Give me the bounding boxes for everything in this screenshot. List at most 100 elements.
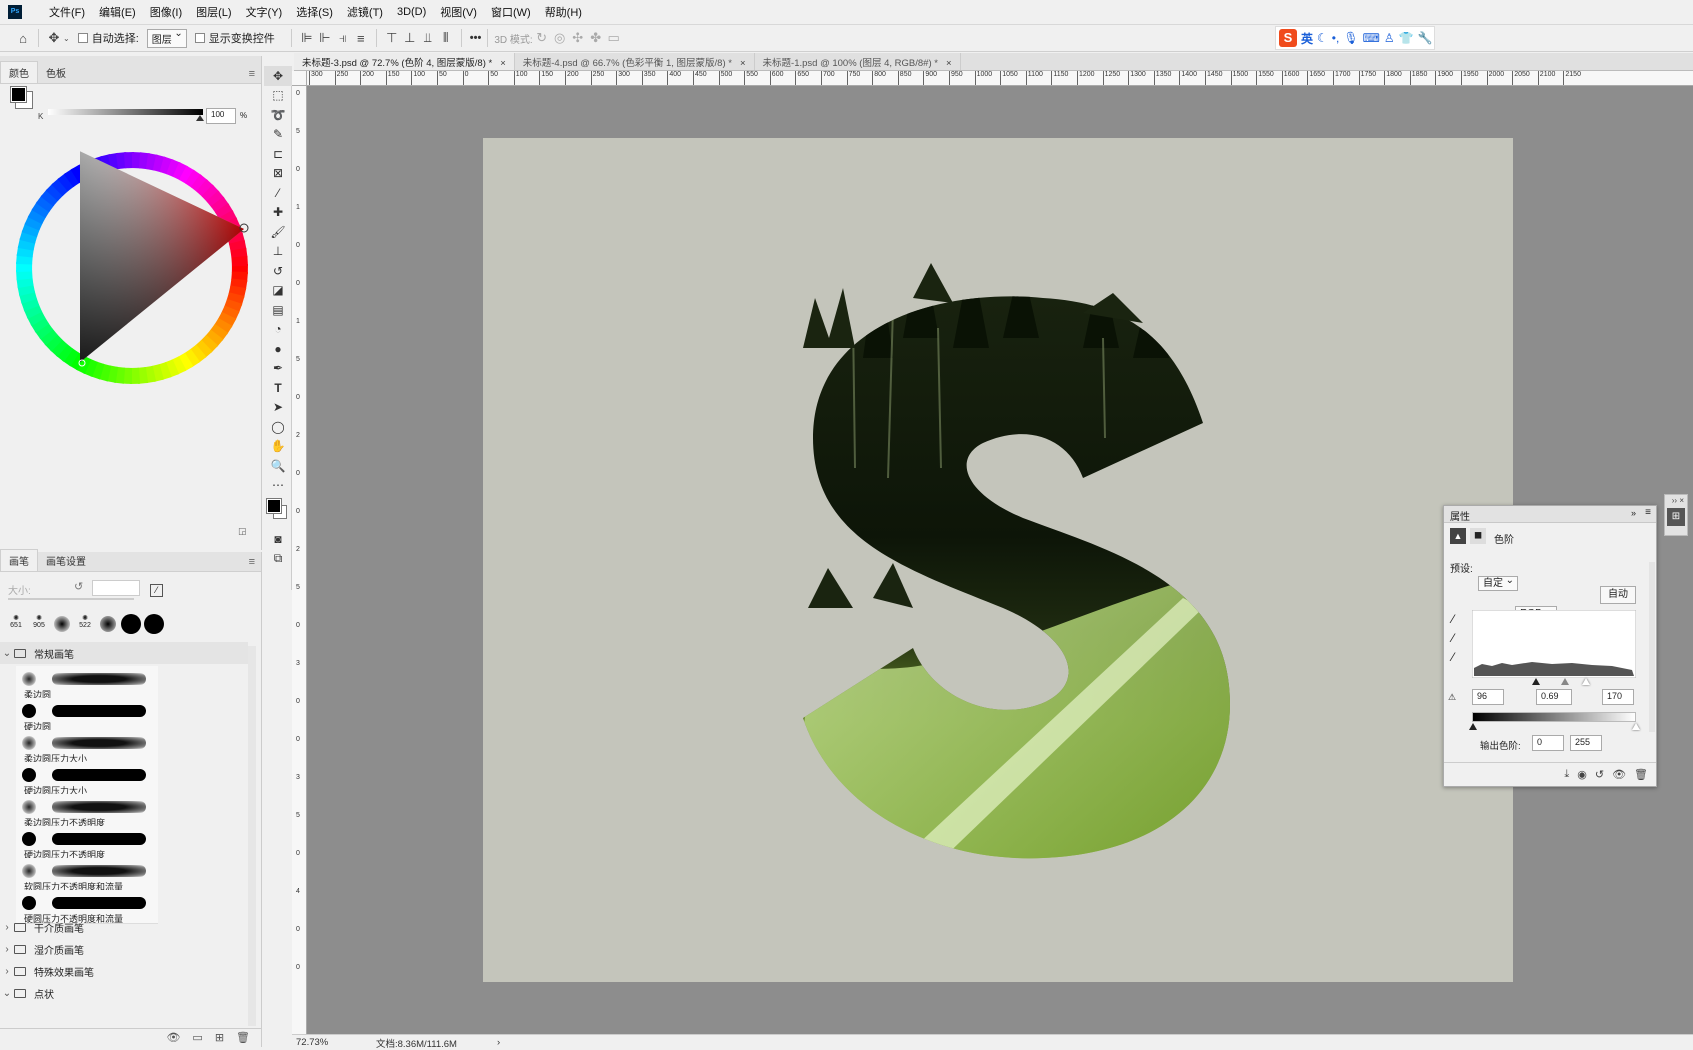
- microphone-icon[interactable]: 🎙: [1343, 31, 1358, 45]
- menu-file[interactable]: 文件(F): [42, 4, 92, 20]
- output-white-slider[interactable]: [1632, 723, 1640, 730]
- 3d-slide-icon[interactable]: ✤: [587, 29, 605, 47]
- panel-menu-icon[interactable]: ≡: [249, 68, 255, 80]
- brush-group-general[interactable]: ⌄ 常规画笔: [0, 642, 248, 664]
- eraser-tool-icon[interactable]: ◪: [264, 281, 292, 301]
- input-gamma-field[interactable]: 0.69: [1536, 689, 1572, 705]
- panel-menu-icon[interactable]: ≡: [1645, 507, 1651, 518]
- view-previous-icon[interactable]: ◉: [1577, 768, 1587, 781]
- tab-color[interactable]: 颜色: [0, 61, 38, 83]
- align-center-h-icon[interactable]: ⊩: [316, 29, 334, 47]
- panel-menu-icon[interactable]: ≡: [249, 556, 255, 568]
- brush-group-dots[interactable]: ⌄ 点状: [0, 982, 248, 1004]
- auto-button[interactable]: 自动: [1600, 586, 1636, 604]
- gradient-tool-icon[interactable]: ▤: [264, 300, 292, 320]
- horizontal-ruler[interactable]: 300 250 200 150 100 50 0 50 100 150 200 250 300 350 40…: [307, 71, 1693, 86]
- align-bottom-icon[interactable]: ⫫: [419, 29, 437, 47]
- marquee-tool-icon[interactable]: ⬚: [264, 86, 292, 106]
- lasso-tool-icon[interactable]: ➰: [264, 105, 292, 125]
- eye-icon[interactable]: 👁: [166, 1031, 180, 1044]
- input-black-slider[interactable]: [1532, 678, 1540, 685]
- gray-point-eyedropper-icon[interactable]: ⁄: [1452, 631, 1454, 645]
- frame-tool-icon[interactable]: ⊠: [264, 164, 292, 184]
- preset-brush[interactable]: [98, 614, 118, 636]
- blur-tool-icon[interactable]: ◔: [264, 320, 292, 340]
- size-field[interactable]: [92, 580, 140, 596]
- dodge-tool-icon[interactable]: ●: [264, 339, 292, 359]
- document-canvas[interactable]: [483, 138, 1513, 982]
- show-transform-option[interactable]: 显示变换控件: [194, 30, 275, 46]
- align-middle-icon[interactable]: ⊥: [401, 29, 419, 47]
- preset-brush[interactable]: ✺ 905: [29, 614, 49, 636]
- menu-help[interactable]: 帮助(H): [538, 4, 589, 20]
- expand-icon[interactable]: ◲: [238, 526, 247, 537]
- close-icon[interactable]: ×: [946, 58, 952, 69]
- stamp-tool-icon[interactable]: ⊥: [264, 242, 292, 262]
- path-select-icon[interactable]: ➤: [264, 398, 292, 418]
- zoom-level[interactable]: 72.73%: [296, 1037, 356, 1048]
- brush-preset-item[interactable]: 硬边圆: [16, 698, 158, 732]
- brush-group-wet[interactable]: › 湿介质画笔: [0, 938, 248, 960]
- input-gamma-slider[interactable]: [1561, 678, 1569, 685]
- moon-icon[interactable]: ☾: [1317, 31, 1328, 45]
- input-white-field[interactable]: 170: [1602, 689, 1634, 705]
- screen-mode-icon[interactable]: ⧉: [264, 549, 292, 569]
- input-white-slider[interactable]: [1582, 678, 1590, 685]
- clipping-warning-icon[interactable]: ⚠: [1448, 692, 1456, 703]
- document-tab[interactable]: 未标题-4.psd @ 66.7% (色彩平衡 1, 图层蒙版/8) * ×: [515, 53, 755, 70]
- status-menu-arrow[interactable]: ›: [497, 1037, 500, 1048]
- preset-brush[interactable]: [52, 614, 72, 636]
- 3d-rotate-icon[interactable]: ↻: [533, 29, 551, 47]
- document-tab[interactable]: 未标题-1.psd @ 100% (图层 4, RGB/8#) * ×: [755, 53, 961, 70]
- color-swatches[interactable]: [264, 495, 292, 529]
- brush-preset-item[interactable]: 柔边圆压力大小: [16, 730, 158, 764]
- scrollbar[interactable]: [1649, 562, 1655, 732]
- 3d-roll-icon[interactable]: ◎: [551, 29, 569, 47]
- menu-view[interactable]: 视图(V): [433, 4, 484, 20]
- output-black-field[interactable]: 0: [1532, 735, 1564, 751]
- menu-window[interactable]: 窗口(W): [484, 4, 538, 20]
- output-white-field[interactable]: 255: [1570, 735, 1602, 751]
- user-icon[interactable]: ♙: [1384, 31, 1395, 45]
- input-black-field[interactable]: 96: [1472, 689, 1504, 705]
- shirt-icon[interactable]: 👕: [1399, 31, 1414, 45]
- healing-brush-icon[interactable]: ✚: [264, 203, 292, 223]
- move-tool-icon[interactable]: ✥: [264, 66, 292, 86]
- distribute-v-icon[interactable]: ⦀: [437, 29, 455, 47]
- properties-panel-icon[interactable]: ⊞: [1667, 508, 1685, 526]
- type-tool-icon[interactable]: T: [264, 378, 292, 398]
- mask-icon[interactable]: ◼: [1470, 528, 1486, 544]
- align-right-icon[interactable]: ⫣: [334, 29, 352, 47]
- auto-select-option[interactable]: 自动选择:: [77, 30, 139, 46]
- k-slider-handle[interactable]: [196, 115, 204, 121]
- levels-adjustment-icon[interactable]: ▲: [1450, 528, 1466, 544]
- color-wheel[interactable]: [12, 148, 252, 388]
- menu-image[interactable]: 图像(I): [143, 4, 189, 20]
- menu-type[interactable]: 文字(Y): [239, 4, 290, 20]
- brush-preset-item[interactable]: 柔边圆: [16, 666, 158, 700]
- menu-filter[interactable]: 滤镜(T): [340, 4, 390, 20]
- 3d-scale-icon[interactable]: ▭: [605, 29, 623, 47]
- punctuation-icon[interactable]: •,: [1332, 31, 1340, 45]
- clip-to-layer-icon[interactable]: ⤓: [1564, 768, 1569, 781]
- sogou-logo[interactable]: S: [1279, 29, 1297, 47]
- new-brush-icon[interactable]: ⊞: [215, 1031, 224, 1044]
- move-tool-icon[interactable]: ✥: [45, 29, 63, 47]
- k-slider[interactable]: [48, 109, 203, 115]
- new-brush-icon[interactable]: ⁄: [150, 584, 163, 597]
- brush-preset-item[interactable]: 硬边圆压力大小: [16, 762, 158, 796]
- quick-select-tool-icon[interactable]: ✎: [264, 125, 292, 145]
- wrench-icon[interactable]: 🔧: [1418, 31, 1433, 45]
- document-tab[interactable]: 未标题-3.psd @ 72.7% (色阶 4, 图层蒙版/8) * ×: [294, 53, 515, 70]
- chevron-down-icon[interactable]: ⌄: [63, 34, 70, 43]
- preset-brush[interactable]: [121, 614, 141, 636]
- ruler-origin[interactable]: [292, 71, 307, 86]
- reset-icon[interactable]: ↺: [74, 580, 83, 593]
- align-top-icon[interactable]: ⊤: [383, 29, 401, 47]
- ime-language-toggle[interactable]: 英: [1301, 30, 1313, 47]
- align-left-icon[interactable]: ⊫: [298, 29, 316, 47]
- preset-brush[interactable]: ✺ 522: [75, 614, 95, 636]
- brush-group-dry[interactable]: › 干介质画笔: [0, 916, 248, 938]
- close-icon[interactable]: ×: [740, 58, 746, 69]
- auto-select-checkbox[interactable]: [77, 33, 88, 43]
